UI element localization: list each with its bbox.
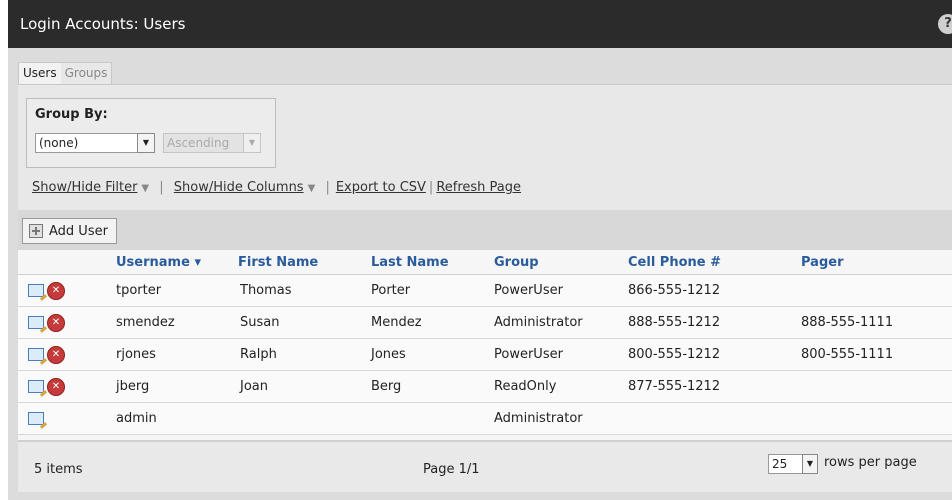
item-count: 5 items: [34, 462, 83, 477]
edit-icon[interactable]: [28, 348, 44, 361]
column-header-first-name[interactable]: First Name: [238, 255, 318, 270]
table-row: ✕ rjones Ralph Jones PowerUser 800-555-1…: [18, 339, 952, 371]
cell-group: Administrator: [494, 411, 583, 426]
cell-cell-phone: 800-555-1212: [628, 347, 721, 362]
page-title: Login Accounts: Users: [20, 15, 186, 33]
title-bar: Login Accounts: Users ?: [8, 0, 952, 48]
divider: |: [159, 180, 164, 195]
chevron-down-icon[interactable]: ▼: [802, 454, 818, 474]
delete-icon[interactable]: ✕: [47, 282, 65, 300]
cell-cell-phone: 888-555-1212: [628, 315, 721, 330]
edit-icon[interactable]: [28, 284, 44, 297]
users-table: Username ▾ First Name Last Name Group Ce…: [18, 250, 952, 440]
group-by-box: Group By: (none) ▼ Ascending ▼: [26, 98, 276, 168]
cell-last-name: Porter: [371, 283, 411, 298]
sort-order-select: Ascending: [163, 133, 246, 153]
rows-per-page-label: rows per page: [824, 455, 917, 470]
tab-users[interactable]: Users: [19, 63, 61, 85]
cell-first-name: Susan: [240, 315, 280, 330]
cell-group: PowerUser: [494, 283, 563, 298]
cell-group: Administrator: [494, 315, 583, 330]
add-user-label: Add User: [49, 223, 108, 239]
refresh-page-link[interactable]: Refresh Page: [436, 180, 521, 195]
tab-groups[interactable]: Groups: [61, 63, 112, 85]
column-header-cell-phone[interactable]: Cell Phone #: [628, 255, 721, 270]
column-header-username[interactable]: Username ▾: [116, 255, 201, 270]
edit-icon[interactable]: [28, 412, 44, 425]
table-row: admin Administrator: [18, 403, 952, 435]
group-by-label: Group By:: [35, 107, 108, 122]
export-csv-link[interactable]: Export to CSV: [336, 180, 426, 195]
cell-first-name: Joan: [240, 379, 268, 394]
cell-cell-phone: 866-555-1212: [628, 283, 721, 298]
table-header: Username ▾ First Name Last Name Group Ce…: [18, 250, 952, 275]
column-header-pager[interactable]: Pager: [801, 255, 844, 270]
tab-strip: Users Groups: [18, 62, 113, 85]
cell-cell-phone: 877-555-1212: [628, 379, 721, 394]
cell-username: jberg: [116, 379, 150, 394]
add-user-button[interactable]: Add User: [22, 218, 117, 244]
group-by-select[interactable]: (none): [35, 133, 144, 153]
cell-username: admin: [116, 411, 157, 426]
table-row: ✕ jberg Joan Berg ReadOnly 877-555-1212: [18, 371, 952, 403]
cell-last-name: Mendez: [371, 315, 422, 330]
cell-username: tporter: [116, 283, 162, 298]
divider: |: [428, 180, 434, 195]
cell-username: smendez: [116, 315, 175, 330]
divider: |: [325, 180, 330, 195]
cell-first-name: Ralph: [240, 347, 277, 362]
cell-group: ReadOnly: [494, 379, 557, 394]
page-indicator: Page 1/1: [423, 462, 480, 477]
show-hide-filter-link[interactable]: Show/Hide Filter: [32, 180, 137, 195]
cell-group: PowerUser: [494, 347, 563, 362]
table-row: ✕ smendez Susan Mendez Administrator 888…: [18, 307, 952, 339]
add-icon: [29, 224, 43, 238]
cell-last-name: Jones: [371, 347, 406, 362]
table-row: ✕ tporter Thomas Porter PowerUser 866-55…: [18, 275, 952, 307]
chevron-down-icon[interactable]: ▼: [308, 183, 316, 194]
help-icon[interactable]: ?: [938, 14, 952, 34]
cell-username: rjones: [116, 347, 156, 362]
column-header-last-name[interactable]: Last Name: [371, 255, 449, 270]
chevron-down-icon[interactable]: ▼: [137, 133, 155, 153]
show-hide-columns-link[interactable]: Show/Hide Columns: [174, 180, 304, 195]
cell-pager: 800-555-1111: [801, 347, 894, 362]
edit-icon[interactable]: [28, 316, 44, 329]
table-footer: 5 items Page 1/1 25 ▼ rows per page: [18, 440, 952, 492]
toolbar: [18, 210, 952, 250]
delete-icon[interactable]: ✕: [47, 378, 65, 396]
cell-pager: 888-555-1111: [801, 315, 894, 330]
cell-last-name: Berg: [371, 379, 402, 394]
edit-icon[interactable]: [28, 380, 44, 393]
cell-first-name: Thomas: [240, 283, 292, 298]
link-bar: Show/Hide Filter ▼ | Show/Hide Columns ▼ |…: [32, 180, 521, 195]
chevron-down-icon[interactable]: ▼: [141, 183, 149, 194]
delete-icon[interactable]: ✕: [47, 314, 65, 332]
column-header-group[interactable]: Group: [494, 255, 539, 270]
rows-per-page-select[interactable]: 25: [768, 454, 805, 474]
chevron-down-icon: ▼: [243, 133, 261, 153]
delete-icon[interactable]: ✕: [47, 346, 65, 364]
